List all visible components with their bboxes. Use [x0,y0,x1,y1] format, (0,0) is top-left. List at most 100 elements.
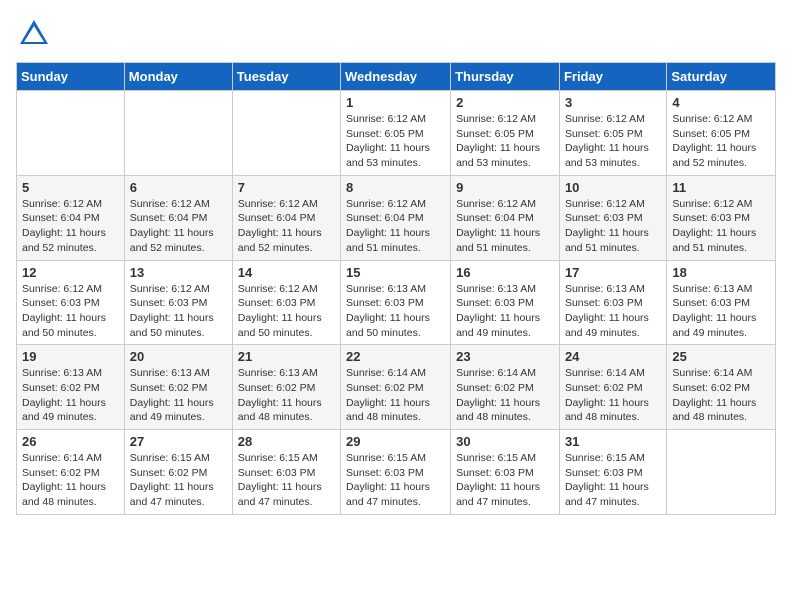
day-number: 7 [238,180,335,195]
day-header-wednesday: Wednesday [341,63,451,91]
day-info: Sunrise: 6:12 AM Sunset: 6:03 PM Dayligh… [22,282,119,341]
day-number: 1 [346,95,445,110]
calendar-cell [232,91,340,176]
day-info: Sunrise: 6:14 AM Sunset: 6:02 PM Dayligh… [672,366,770,425]
day-info: Sunrise: 6:12 AM Sunset: 6:03 PM Dayligh… [238,282,335,341]
calendar-cell: 13Sunrise: 6:12 AM Sunset: 6:03 PM Dayli… [124,260,232,345]
day-info: Sunrise: 6:12 AM Sunset: 6:04 PM Dayligh… [456,197,554,256]
calendar-cell: 20 Sunrise: 6:13 AM Sunset: 6:02 PM Dayli… [124,345,232,430]
calendar-cell: 6 Sunrise: 6:12 AM Sunset: 6:04 PM Daylig… [124,175,232,260]
day-number: 30 [456,434,554,449]
calendar-cell: 22 Sunrise: 6:14 AM Sunset: 6:02 PM Dayli… [341,345,451,430]
day-info: Sunrise: 6:12 AM Sunset: 6:05 PM Dayligh… [346,112,445,171]
day-number: 6 [130,180,227,195]
calendar-week-2: 12 Sunrise: 6:12 AM Sunset: 6:03 PM Dayli… [17,260,776,345]
day-info: Sunrise: 6:13 AM Sunset: 6:02 PM Dayligh… [130,366,227,425]
day-number: 24 [565,349,661,364]
day-number: 2 [456,95,554,110]
day-number: 8 [346,180,445,195]
day-number: 5 [22,180,119,195]
calendar-cell: 7 Sunrise: 6:12 AM Sunset: 6:04 PM Daylig… [232,175,340,260]
day-number: 20 [130,349,227,364]
calendar-cell: 18Sunrise: 6:13 AM Sunset: 6:03 PM Dayli… [667,260,776,345]
day-header-sunday: Sunday [17,63,125,91]
calendar-header-row: SundayMondayTuesdayWednesdayThursdayFrid… [17,63,776,91]
calendar-week-4: 26 Sunrise: 6:14 AM Sunset: 6:02 PM Dayli… [17,430,776,515]
calendar-cell: 16 Sunrise: 6:13 AM Sunset: 6:03 PM Dayli… [451,260,560,345]
calendar-cell [667,430,776,515]
day-info: Sunrise: 6:13 AM Sunset: 6:03 PM Dayligh… [565,282,661,341]
day-info: Sunrise: 6:13 AM Sunset: 6:03 PM Dayligh… [346,282,445,341]
day-header-tuesday: Tuesday [232,63,340,91]
day-info: Sunrise: 6:12 AM Sunset: 6:05 PM Dayligh… [565,112,661,171]
calendar-cell: 9 Sunrise: 6:12 AM Sunset: 6:04 PM Daylig… [451,175,560,260]
calendar-week-1: 5 Sunrise: 6:12 AM Sunset: 6:04 PM Daylig… [17,175,776,260]
day-number: 9 [456,180,554,195]
day-number: 11 [672,180,770,195]
calendar-cell: 1 Sunrise: 6:12 AM Sunset: 6:05 PM Daylig… [341,91,451,176]
day-number: 22 [346,349,445,364]
day-info: Sunrise: 6:15 AM Sunset: 6:03 PM Dayligh… [565,451,661,510]
calendar-cell [124,91,232,176]
day-info: Sunrise: 6:12 AM Sunset: 6:04 PM Dayligh… [22,197,119,256]
calendar-cell: 19Sunrise: 6:13 AM Sunset: 6:02 PM Dayli… [17,345,125,430]
day-number: 10 [565,180,661,195]
calendar-cell: 26 Sunrise: 6:14 AM Sunset: 6:02 PM Dayli… [17,430,125,515]
day-info: Sunrise: 6:12 AM Sunset: 6:05 PM Dayligh… [672,112,770,171]
day-number: 4 [672,95,770,110]
calendar-cell: 17 Sunrise: 6:13 AM Sunset: 6:03 PM Dayli… [559,260,666,345]
day-number: 27 [130,434,227,449]
day-info: Sunrise: 6:13 AM Sunset: 6:02 PM Dayligh… [22,366,119,425]
day-info: Sunrise: 6:14 AM Sunset: 6:02 PM Dayligh… [565,366,661,425]
calendar-cell: 3Sunrise: 6:12 AM Sunset: 6:05 PM Daylig… [559,91,666,176]
day-info: Sunrise: 6:12 AM Sunset: 6:05 PM Dayligh… [456,112,554,171]
day-number: 17 [565,265,661,280]
day-info: Sunrise: 6:12 AM Sunset: 6:03 PM Dayligh… [565,197,661,256]
day-number: 31 [565,434,661,449]
day-number: 26 [22,434,119,449]
calendar-cell: 15 Sunrise: 6:13 AM Sunset: 6:03 PM Dayli… [341,260,451,345]
day-info: Sunrise: 6:12 AM Sunset: 6:04 PM Dayligh… [238,197,335,256]
day-number: 13 [130,265,227,280]
calendar-cell: 31 Sunrise: 6:15 AM Sunset: 6:03 PM Dayli… [559,430,666,515]
day-header-friday: Friday [559,63,666,91]
calendar-cell: 10 Sunrise: 6:12 AM Sunset: 6:03 PM Dayli… [559,175,666,260]
day-info: Sunrise: 6:15 AM Sunset: 6:03 PM Dayligh… [456,451,554,510]
day-info: Sunrise: 6:14 AM Sunset: 6:02 PM Dayligh… [22,451,119,510]
calendar-cell: 2 Sunrise: 6:12 AM Sunset: 6:05 PM Daylig… [451,91,560,176]
calendar-cell: 21Sunrise: 6:13 AM Sunset: 6:02 PM Dayli… [232,345,340,430]
page-header [16,16,776,52]
calendar-cell: 8 Sunrise: 6:12 AM Sunset: 6:04 PM Daylig… [341,175,451,260]
calendar-cell [17,91,125,176]
calendar: SundayMondayTuesdayWednesdayThursdayFrid… [16,62,776,515]
calendar-week-3: 19Sunrise: 6:13 AM Sunset: 6:02 PM Dayli… [17,345,776,430]
calendar-week-0: 1 Sunrise: 6:12 AM Sunset: 6:05 PM Daylig… [17,91,776,176]
day-info: Sunrise: 6:12 AM Sunset: 6:04 PM Dayligh… [346,197,445,256]
day-info: Sunrise: 6:14 AM Sunset: 6:02 PM Dayligh… [346,366,445,425]
day-number: 14 [238,265,335,280]
day-info: Sunrise: 6:14 AM Sunset: 6:02 PM Dayligh… [456,366,554,425]
day-info: Sunrise: 6:13 AM Sunset: 6:02 PM Dayligh… [238,366,335,425]
day-number: 12 [22,265,119,280]
day-number: 23 [456,349,554,364]
day-info: Sunrise: 6:15 AM Sunset: 6:03 PM Dayligh… [238,451,335,510]
calendar-cell: 23 Sunrise: 6:14 AM Sunset: 6:02 PM Dayli… [451,345,560,430]
calendar-cell: 30 Sunrise: 6:15 AM Sunset: 6:03 PM Dayli… [451,430,560,515]
calendar-cell: 14 Sunrise: 6:12 AM Sunset: 6:03 PM Dayli… [232,260,340,345]
day-header-monday: Monday [124,63,232,91]
day-info: Sunrise: 6:13 AM Sunset: 6:03 PM Dayligh… [672,282,770,341]
day-header-saturday: Saturday [667,63,776,91]
day-number: 15 [346,265,445,280]
calendar-cell: 4 Sunrise: 6:12 AM Sunset: 6:05 PM Daylig… [667,91,776,176]
day-info: Sunrise: 6:12 AM Sunset: 6:03 PM Dayligh… [672,197,770,256]
day-info: Sunrise: 6:13 AM Sunset: 6:03 PM Dayligh… [456,282,554,341]
logo [16,16,56,52]
day-number: 29 [346,434,445,449]
calendar-cell: 11 Sunrise: 6:12 AM Sunset: 6:03 PM Dayli… [667,175,776,260]
calendar-cell: 24 Sunrise: 6:14 AM Sunset: 6:02 PM Dayli… [559,345,666,430]
calendar-cell: 5 Sunrise: 6:12 AM Sunset: 6:04 PM Daylig… [17,175,125,260]
day-number: 16 [456,265,554,280]
day-info: Sunrise: 6:15 AM Sunset: 6:03 PM Dayligh… [346,451,445,510]
day-info: Sunrise: 6:12 AM Sunset: 6:04 PM Dayligh… [130,197,227,256]
day-info: Sunrise: 6:15 AM Sunset: 6:02 PM Dayligh… [130,451,227,510]
